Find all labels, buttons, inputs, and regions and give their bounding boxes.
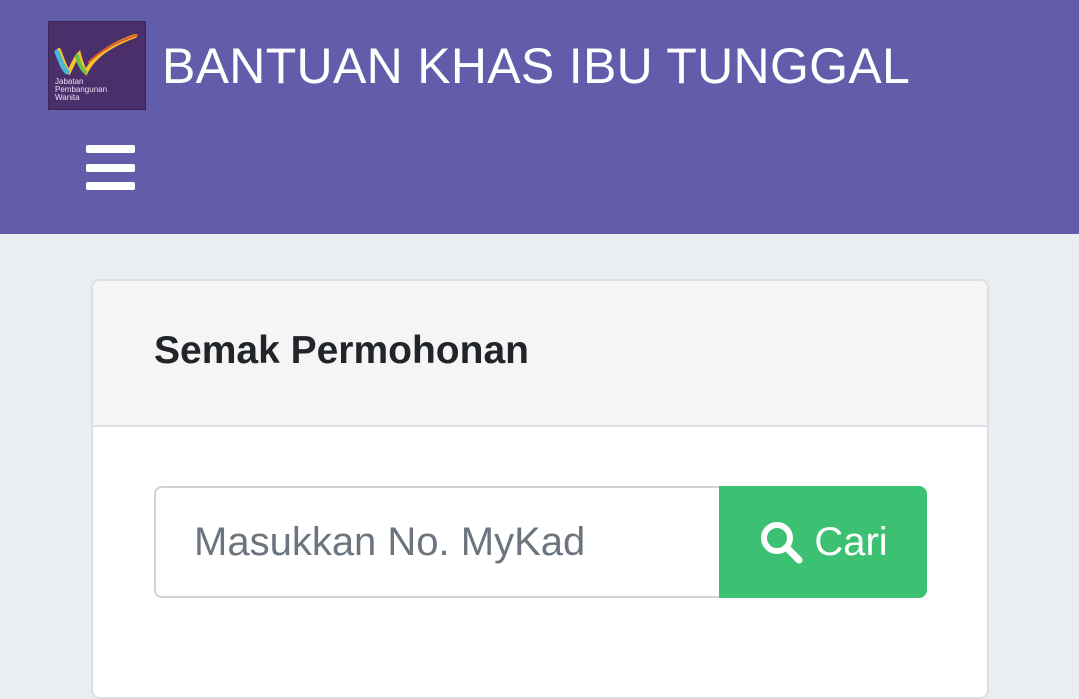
search-group: Cari <box>154 486 927 598</box>
card-title: Semak Permohonan <box>154 329 529 372</box>
check-application-card: Semak Permohonan Cari <box>91 279 989 699</box>
hamburger-bar <box>86 145 135 153</box>
search-button[interactable]: Cari <box>719 486 927 598</box>
search-button-label: Cari <box>814 519 888 564</box>
hamburger-bar <box>86 182 135 190</box>
card-header: Semak Permohonan <box>93 281 987 427</box>
logo-text-line-3: Wanita <box>55 93 80 102</box>
search-icon <box>761 522 803 564</box>
mykad-input[interactable] <box>154 486 719 598</box>
hamburger-icon[interactable] <box>86 145 135 190</box>
top-navbar: Jabatan Pembangunan Wanita BANTUAN KHAS … <box>0 0 1079 234</box>
hamburger-bar <box>86 163 135 172</box>
brand[interactable]: Jabatan Pembangunan Wanita BANTUAN KHAS … <box>48 21 910 110</box>
jpw-logo: Jabatan Pembangunan Wanita <box>48 21 146 110</box>
site-title: BANTUAN KHAS IBU TUNGGAL <box>162 37 911 94</box>
